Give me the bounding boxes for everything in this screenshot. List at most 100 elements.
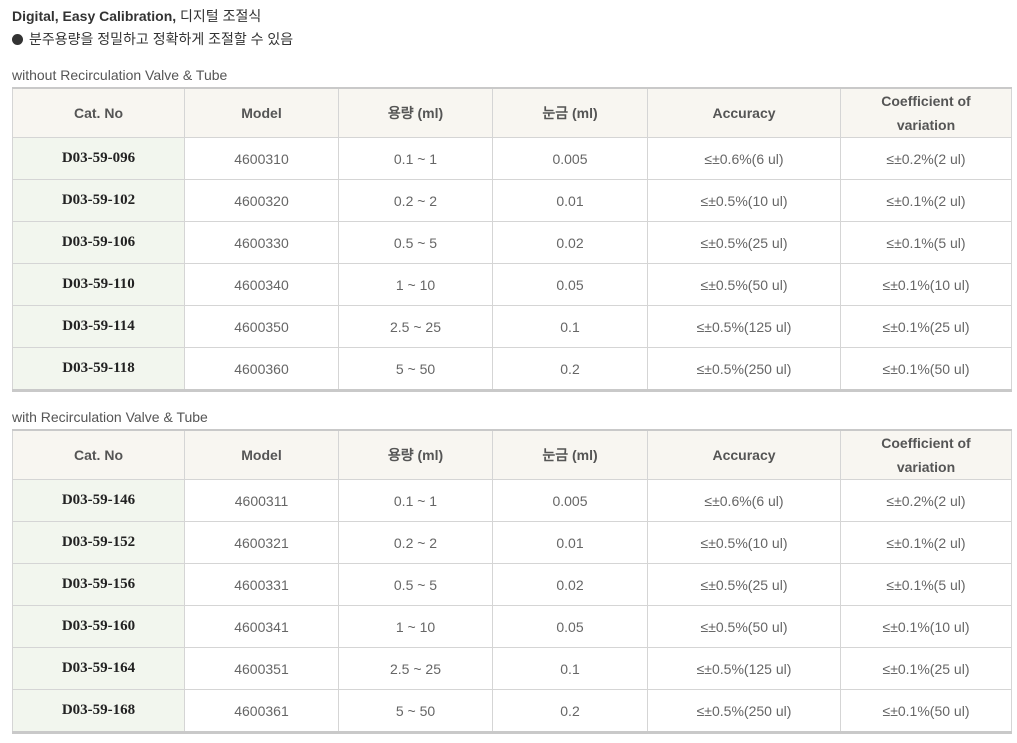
cv-cell: ≤±0.1%(50 ul)	[840, 347, 1012, 391]
header-graduation: 눈금 (ml)	[492, 87, 648, 138]
graduation-cell: 0.1	[492, 305, 648, 348]
header-cv: Coefficient of variation	[840, 429, 1012, 480]
table-header-row: Cat. No Model 용량 (ml) 눈금 (ml) Accuracy C…	[12, 429, 1012, 480]
table-row: D03-59-110 4600340 1 ~ 10 0.05 ≤±0.5%(50…	[12, 263, 1012, 306]
model-cell: 4600361	[184, 689, 339, 733]
accuracy-cell: ≤±0.6%(6 ul)	[647, 479, 841, 522]
model-cell: 4600331	[184, 563, 339, 606]
spec-table-with: Cat. No Model 용량 (ml) 눈금 (ml) Accuracy C…	[12, 429, 1012, 734]
table-row: D03-59-102 4600320 0.2 ~ 2 0.01 ≤±0.5%(1…	[12, 179, 1012, 222]
cv-cell: ≤±0.1%(5 ul)	[840, 563, 1012, 606]
table-row: D03-59-160 4600341 1 ~ 10 0.05 ≤±0.5%(50…	[12, 605, 1012, 648]
table-row: D03-59-106 4600330 0.5 ~ 5 0.02 ≤±0.5%(2…	[12, 221, 1012, 264]
cv-cell: ≤±0.1%(10 ul)	[840, 605, 1012, 648]
graduation-cell: 0.05	[492, 263, 648, 306]
table-row: D03-59-152 4600321 0.2 ~ 2 0.01 ≤±0.5%(1…	[12, 521, 1012, 564]
capacity-cell: 2.5 ~ 25	[338, 647, 493, 690]
accuracy-cell: ≤±0.5%(25 ul)	[647, 563, 841, 606]
graduation-cell: 0.005	[492, 479, 648, 522]
table-row: D03-59-114 4600350 2.5 ~ 25 0.1 ≤±0.5%(1…	[12, 305, 1012, 348]
accuracy-cell: ≤±0.5%(250 ul)	[647, 689, 841, 733]
cat-no-cell: D03-59-168	[12, 689, 185, 733]
model-cell: 4600310	[184, 137, 339, 180]
cat-no-cell: D03-59-118	[12, 347, 185, 391]
model-cell: 4600341	[184, 605, 339, 648]
header-model: Model	[184, 429, 339, 480]
capacity-cell: 1 ~ 10	[338, 605, 493, 648]
model-cell: 4600320	[184, 179, 339, 222]
table-header-row: Cat. No Model 용량 (ml) 눈금 (ml) Accuracy C…	[12, 87, 1012, 138]
model-cell: 4600330	[184, 221, 339, 264]
page-heading: Digital, Easy Calibration, 디지털 조절식	[12, 6, 261, 26]
header-cv-line1: Coefficient of	[881, 435, 971, 451]
graduation-cell: 0.2	[492, 689, 648, 733]
cat-no-cell: D03-59-160	[12, 605, 185, 648]
model-cell: 4600340	[184, 263, 339, 306]
cv-cell: ≤±0.1%(25 ul)	[840, 647, 1012, 690]
feature-line: 분주용량을 정밀하고 정확하게 조절할 수 있음	[12, 29, 293, 49]
table-row: D03-59-118 4600360 5 ~ 50 0.2 ≤±0.5%(250…	[12, 347, 1012, 391]
graduation-cell: 0.1	[492, 647, 648, 690]
graduation-cell: 0.02	[492, 221, 648, 264]
model-cell: 4600311	[184, 479, 339, 522]
section-title-without: without Recirculation Valve & Tube	[12, 67, 228, 83]
header-cat-no: Cat. No	[12, 429, 185, 480]
cat-no-cell: D03-59-106	[12, 221, 185, 264]
header-cv-line2: variation	[896, 117, 956, 133]
heading-korean: 디지털 조절식	[176, 8, 262, 24]
accuracy-cell: ≤±0.5%(10 ul)	[647, 179, 841, 222]
heading-bold: Digital, Easy Calibration,	[12, 8, 177, 24]
capacity-cell: 0.2 ~ 2	[338, 521, 493, 564]
cat-no-cell: D03-59-146	[12, 479, 185, 522]
header-model: Model	[184, 87, 339, 138]
accuracy-cell: ≤±0.5%(25 ul)	[647, 221, 841, 264]
header-cv-line2: variation	[896, 459, 956, 475]
table-row: D03-59-164 4600351 2.5 ~ 25 0.1 ≤±0.5%(1…	[12, 647, 1012, 690]
graduation-cell: 0.2	[492, 347, 648, 391]
capacity-cell: 5 ~ 50	[338, 689, 493, 733]
cat-no-cell: D03-59-164	[12, 647, 185, 690]
cat-no-cell: D03-59-110	[12, 263, 185, 306]
cv-cell: ≤±0.1%(25 ul)	[840, 305, 1012, 348]
cv-cell: ≤±0.1%(50 ul)	[840, 689, 1012, 733]
capacity-cell: 0.2 ~ 2	[338, 179, 493, 222]
table-row: D03-59-146 4600311 0.1 ~ 1 0.005 ≤±0.6%(…	[12, 479, 1012, 522]
graduation-cell: 0.005	[492, 137, 648, 180]
accuracy-cell: ≤±0.5%(125 ul)	[647, 305, 841, 348]
model-cell: 4600321	[184, 521, 339, 564]
graduation-cell: 0.01	[492, 179, 648, 222]
cat-no-cell: D03-59-156	[12, 563, 185, 606]
feature-text: 분주용량을 정밀하고 정확하게 조절할 수 있음	[29, 31, 294, 47]
capacity-cell: 0.5 ~ 5	[338, 221, 493, 264]
capacity-cell: 2.5 ~ 25	[338, 305, 493, 348]
header-cv: Coefficient of variation	[840, 87, 1012, 138]
cv-cell: ≤±0.1%(5 ul)	[840, 221, 1012, 264]
model-cell: 4600351	[184, 647, 339, 690]
model-cell: 4600360	[184, 347, 339, 391]
bullet-icon	[12, 33, 23, 45]
cat-no-cell: D03-59-096	[12, 137, 185, 180]
accuracy-cell: ≤±0.5%(250 ul)	[647, 347, 841, 391]
graduation-cell: 0.01	[492, 521, 648, 564]
spec-table-without: Cat. No Model 용량 (ml) 눈금 (ml) Accuracy C…	[12, 87, 1012, 392]
section-title-with: with Recirculation Valve & Tube	[12, 409, 208, 425]
header-graduation: 눈금 (ml)	[492, 429, 648, 480]
header-capacity: 용량 (ml)	[338, 87, 493, 138]
accuracy-cell: ≤±0.5%(50 ul)	[647, 605, 841, 648]
cat-no-cell: D03-59-152	[12, 521, 185, 564]
accuracy-cell: ≤±0.5%(50 ul)	[647, 263, 841, 306]
model-cell: 4600350	[184, 305, 339, 348]
accuracy-cell: ≤±0.6%(6 ul)	[647, 137, 841, 180]
cat-no-cell: D03-59-102	[12, 179, 185, 222]
cat-no-cell: D03-59-114	[12, 305, 185, 348]
cv-cell: ≤±0.1%(2 ul)	[840, 179, 1012, 222]
cv-cell: ≤±0.1%(2 ul)	[840, 521, 1012, 564]
accuracy-cell: ≤±0.5%(125 ul)	[647, 647, 841, 690]
graduation-cell: 0.05	[492, 605, 648, 648]
capacity-cell: 1 ~ 10	[338, 263, 493, 306]
header-cat-no: Cat. No	[12, 87, 185, 138]
capacity-cell: 0.5 ~ 5	[338, 563, 493, 606]
accuracy-cell: ≤±0.5%(10 ul)	[647, 521, 841, 564]
cv-cell: ≤±0.1%(10 ul)	[840, 263, 1012, 306]
capacity-cell: 0.1 ~ 1	[338, 479, 493, 522]
